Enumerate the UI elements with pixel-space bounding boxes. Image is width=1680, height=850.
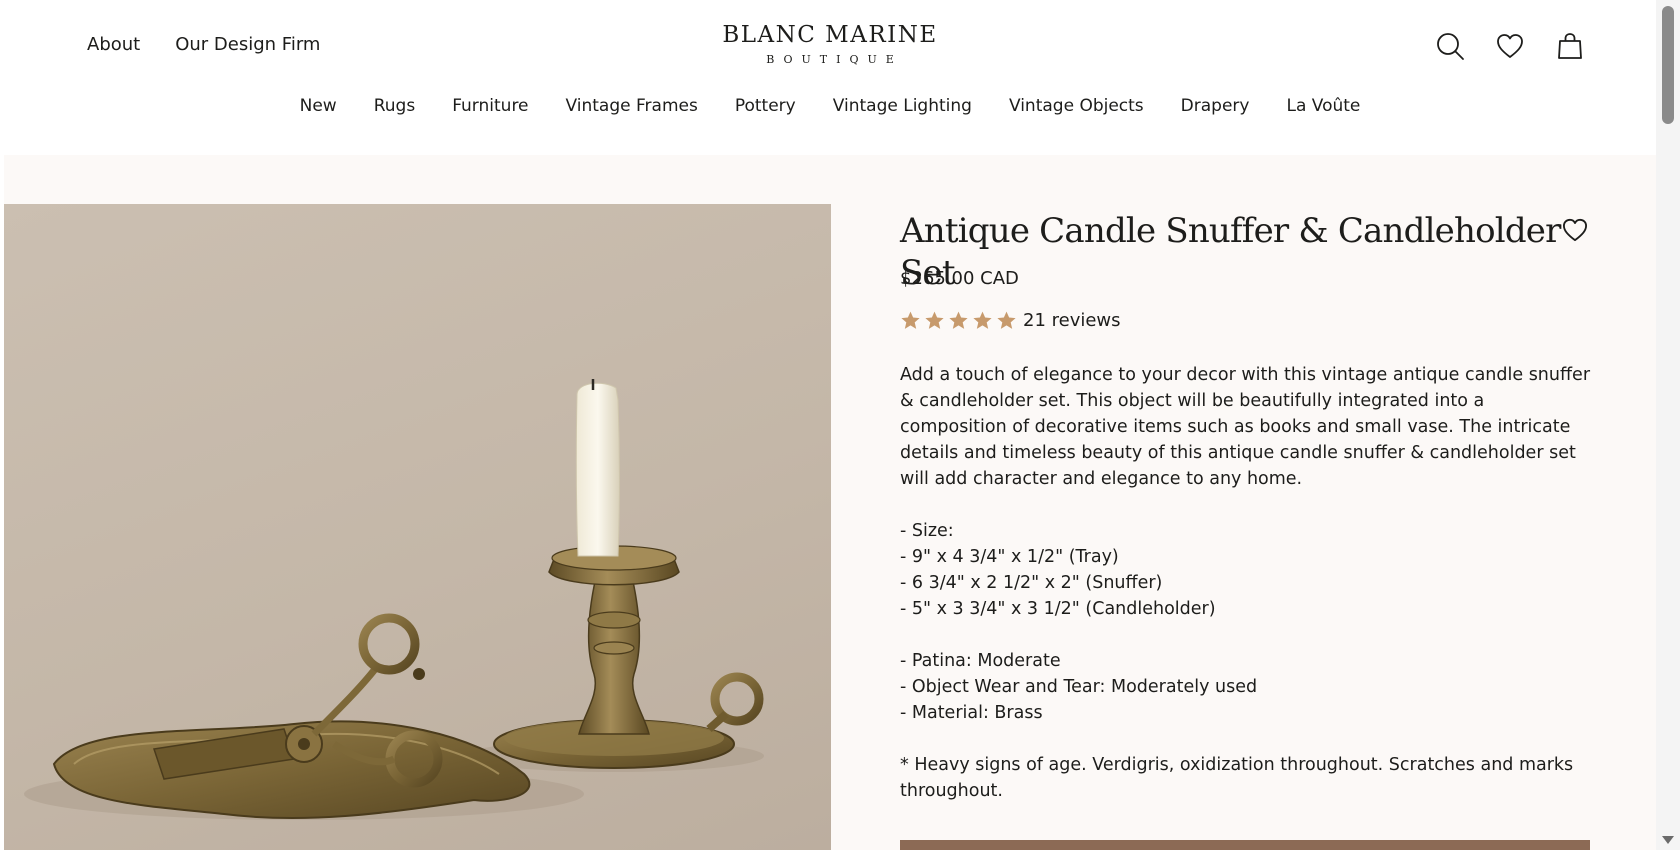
product-price: $265.00 CAD [900,268,1019,289]
product-description: Add a touch of elegance to your decor wi… [900,362,1590,830]
nav-item-pottery[interactable]: Pottery [735,96,796,116]
bag-icon[interactable] [1554,30,1586,62]
logo-sub-text: BOUTIQUE [766,53,903,66]
product-rating[interactable]: 21 reviews [900,310,1121,331]
logo[interactable]: BLANC MARINE BOUTIQUE [4,22,1656,68]
heart-icon[interactable] [1494,30,1526,62]
add-to-cart-button[interactable] [900,840,1590,850]
site-header: About Our Design Firm BLANC MARINE BOUTI… [4,0,1656,155]
description-text: Add a touch of elegance to your decor wi… [900,365,1591,489]
scrollbar-thumb[interactable] [1662,6,1674,124]
product-image[interactable] [4,204,831,850]
logo-main-text: BLANC MARINE [722,22,938,48]
nav-item-vintage-lighting[interactable]: Vintage Lighting [833,96,972,116]
nav-item-rugs[interactable]: Rugs [374,96,415,116]
size-line: - 9" x 4 3/4" x 1/2" (Tray) [900,547,1119,567]
nav-item-vintage-objects[interactable]: Vintage Objects [1009,96,1144,116]
details-list: - Patina: Moderate - Object Wear and Tea… [900,648,1590,726]
page: About Our Design Firm BLANC MARINE BOUTI… [4,0,1656,850]
condition-note: * Heavy signs of age. Verdigris, oxidiza… [900,755,1574,801]
header-icons [1434,30,1586,62]
star-icon [925,311,944,329]
star-icon [973,311,992,329]
size-line: - 5" x 3 3/4" x 3 1/2" (Candleholder) [900,599,1216,619]
size-line: - 6 3/4" x 2 1/2" x 2" (Snuffer) [900,573,1163,593]
scroll-down-arrow-icon[interactable] [1662,836,1674,844]
detail-line: - Material: Brass [900,703,1043,723]
detail-line: - Object Wear and Tear: Moderately used [900,677,1258,697]
nav-item-la-voute[interactable]: La Voûte [1286,96,1360,116]
heart-icon [1563,218,1587,242]
nav-item-vintage-frames[interactable]: Vintage Frames [566,96,698,116]
star-icon [949,311,968,329]
detail-line: - Patina: Moderate [900,651,1061,671]
nav-item-furniture[interactable]: Furniture [452,96,528,116]
scrollbar[interactable] [1656,0,1680,850]
nav-item-drapery[interactable]: Drapery [1181,96,1250,116]
size-line: - Size: [900,521,954,541]
product-wishlist-button[interactable] [1562,218,1590,246]
size-list: - Size: - 9" x 4 3/4" x 1/2" (Tray) - 6 … [900,518,1590,622]
main-nav: New Rugs Furniture Vintage Frames Potter… [4,96,1656,116]
star-icon [901,311,920,329]
review-count[interactable]: 21 reviews [1023,310,1121,331]
nav-item-new[interactable]: New [300,96,337,116]
search-icon[interactable] [1434,30,1466,62]
star-icon [997,311,1016,329]
product-photo [24,379,764,820]
